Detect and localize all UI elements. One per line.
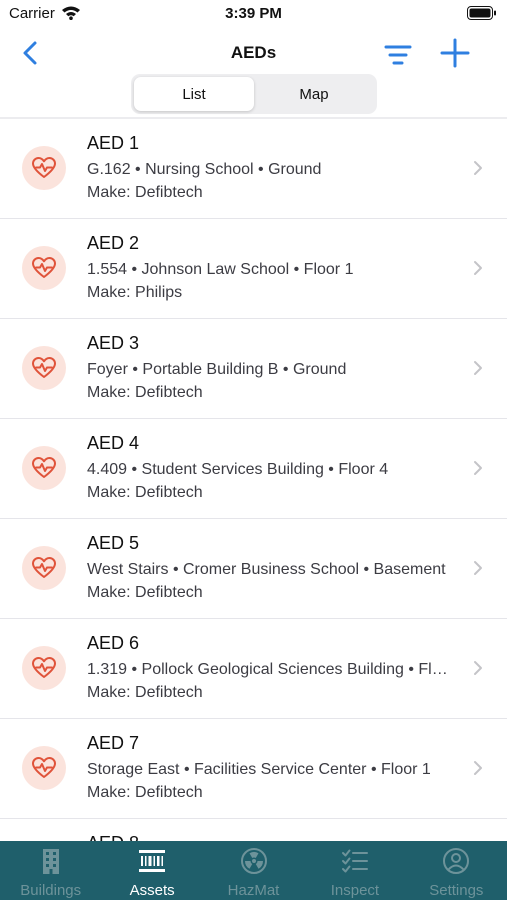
barcode-icon [139,850,166,872]
heart-pulse-icon [22,646,66,690]
aed-row-8[interactable]: AED 8 [0,819,507,841]
chevron-right-icon [474,461,482,475]
aed-make: Make: Defibtech [87,784,203,801]
aed-row-1[interactable]: AED 1 G.162 • Nursing School • Ground Ma… [0,119,507,219]
heart-pulse-icon [22,446,66,490]
chevron-right-icon [474,561,482,575]
chevron-right-icon [474,761,482,775]
tab-label: Buildings [20,882,82,899]
aed-make: Make: Defibtech [87,384,203,401]
status-time: 3:39 PM [225,5,282,22]
tab-label: HazMat [227,882,280,899]
chevron-right-icon [474,161,482,175]
aed-row-6[interactable]: AED 6 1.319 • Pollock Geological Science… [0,619,507,719]
tab-label: Assets [129,882,175,899]
aed-make: Make: Defibtech [87,584,203,601]
building-icon [42,849,59,874]
heart-pulse-icon [22,746,66,790]
aed-make: Make: Philips [87,284,183,301]
tab-settings[interactable]: Settings [406,841,507,900]
tab-assets[interactable]: Assets [101,841,202,900]
filter-icon[interactable] [383,42,413,68]
tab-bar: Buildings Assets HazMat Inspect Settings [0,841,507,900]
aed-title: AED 7 [87,733,140,753]
aed-list[interactable]: AED 1 G.162 • Nursing School • Ground Ma… [0,119,507,841]
checklist-icon [341,849,368,873]
aed-title: AED 3 [87,333,140,353]
status-bar: Carrier 3:39 PM [0,0,507,28]
heart-pulse-icon [22,146,66,190]
heart-pulse-icon [22,346,66,390]
tab-buildings[interactable]: Buildings [0,841,101,900]
aed-row-7[interactable]: AED 7 Storage East • Facilities Service … [0,719,507,819]
aed-title: AED 1 [87,133,140,153]
aed-location: 1.319 • Pollock Geological Sciences Buil… [87,661,452,678]
segment-map[interactable]: Map [254,77,374,111]
list-map-segmented-control: List Map [131,74,377,114]
aed-title: AED 2 [87,233,140,253]
heart-pulse-icon [22,546,66,590]
chevron-right-icon [474,661,482,675]
aed-row-2[interactable]: AED 2 1.554 • Johnson Law School • Floor… [0,219,507,319]
person-circle-icon [443,848,470,874]
page-title: AEDs [230,43,277,62]
tab-label: Inspect [330,882,380,899]
tab-inspect[interactable]: Inspect [304,841,405,900]
aed-row-4[interactable]: AED 4 4.409 • Student Services Building … [0,419,507,519]
segment-list[interactable]: List [134,77,254,111]
aed-location: 1.554 • Johnson Law School • Floor 1 [87,261,354,278]
aed-row-5[interactable]: AED 5 West Stairs • Cromer Business Scho… [0,519,507,619]
aed-location: West Stairs • Cromer Business School • B… [87,561,446,578]
aed-title: AED 5 [87,533,140,553]
aed-row-3[interactable]: AED 3 Foyer • Portable Building B • Grou… [0,319,507,419]
aed-location: 4.409 • Student Services Building • Floo… [87,461,389,478]
radiation-icon [240,848,267,874]
battery-icon [467,6,496,20]
aed-title: AED 8 [87,833,139,841]
navigation-bar: AEDs [0,28,507,76]
plus-icon[interactable] [438,36,472,70]
aed-title: AED 4 [87,433,140,453]
chevron-right-icon [474,361,482,375]
chevron-right-icon [474,261,482,275]
aed-location: G.162 • Nursing School • Ground [87,161,322,178]
tab-hazmat[interactable]: HazMat [203,841,304,900]
aed-make: Make: Defibtech [87,684,203,701]
tab-label: Settings [429,882,484,899]
aed-title: AED 6 [87,633,140,653]
aed-make: Make: Defibtech [87,184,203,201]
aed-make: Make: Defibtech [87,484,203,501]
aed-location: Foyer • Portable Building B • Ground [87,361,347,378]
heart-pulse-icon [22,246,66,290]
aed-location: Storage East • Facilities Service Center… [87,761,431,778]
